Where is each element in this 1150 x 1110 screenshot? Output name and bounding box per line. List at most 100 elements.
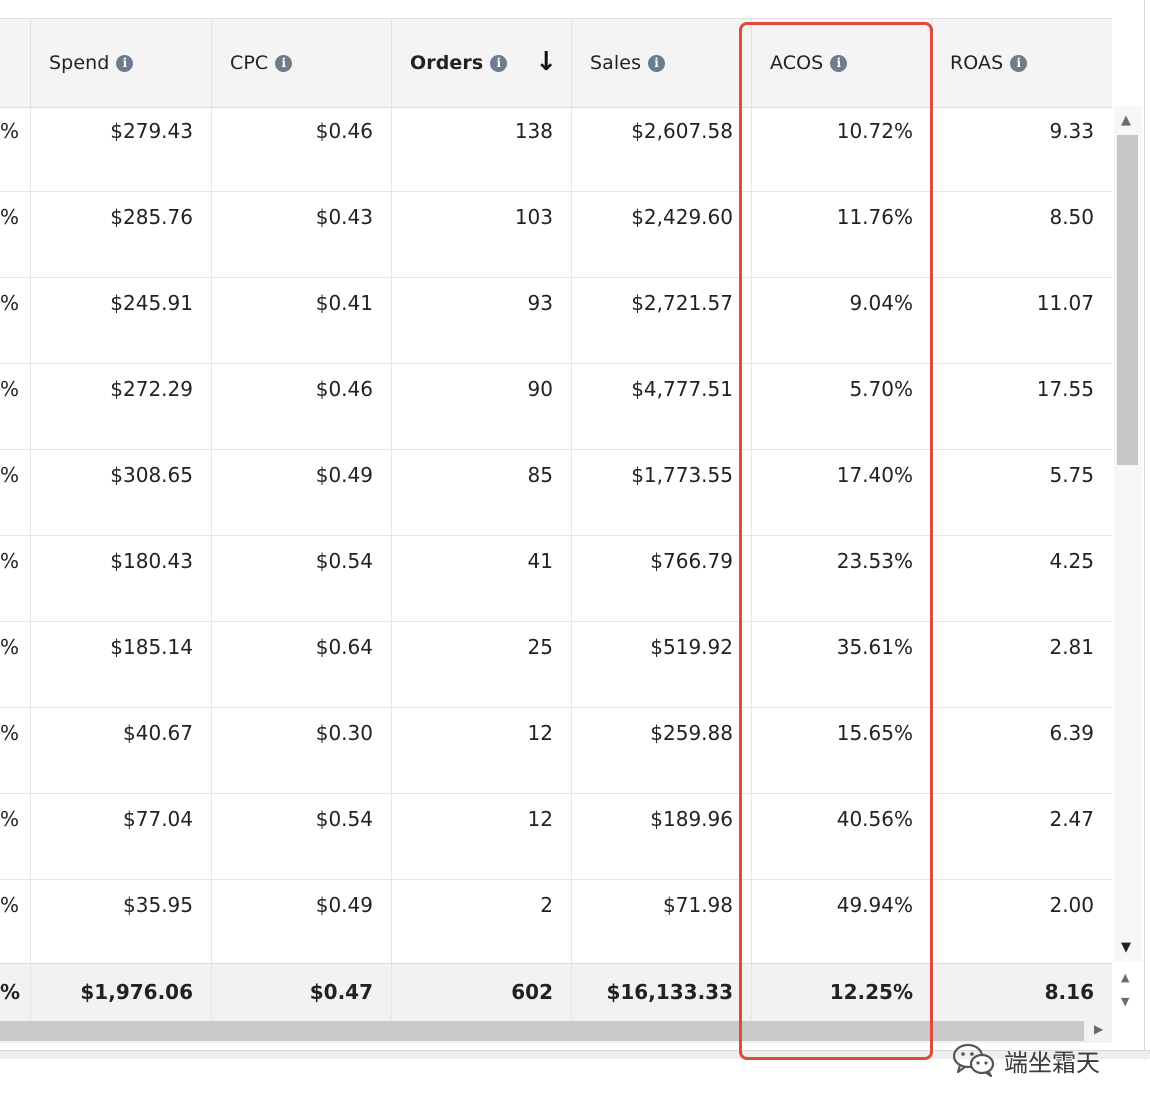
- info-icon[interactable]: i: [275, 54, 293, 72]
- info-icon[interactable]: i: [648, 54, 666, 72]
- scroll-right-arrow-icon[interactable]: ▶: [1094, 1022, 1103, 1036]
- cell-cpc: $0.46: [211, 363, 391, 449]
- cell-spend: $180.43: [30, 535, 211, 621]
- acos-highlight-box: [739, 22, 933, 1060]
- totals-scroll-up-icon[interactable]: ▲: [1121, 971, 1129, 984]
- watermark-text: 端坐霜天: [1004, 1048, 1100, 1077]
- header-label: Sales: [590, 52, 642, 74]
- cell-orders: 25: [391, 621, 571, 707]
- report-table: Spend i CPC i Orders i ↓ Sales i ACOS i …: [0, 0, 1145, 1060]
- cell-prev: %: [0, 893, 20, 917]
- total-roas: 8.16: [931, 964, 1112, 1022]
- cell-orders: 12: [391, 707, 571, 793]
- cell-sales: $1,773.55: [571, 449, 751, 535]
- total-sales: $16,133.33: [571, 964, 751, 1022]
- cell-sales: $519.92: [571, 621, 751, 707]
- cell-sales: $2,721.57: [571, 277, 751, 363]
- total-cpc: $0.47: [211, 964, 391, 1022]
- cell-cpc: $0.41: [211, 277, 391, 363]
- scroll-up-arrow-icon[interactable]: ▲: [1121, 113, 1131, 128]
- header-label: Orders: [410, 52, 484, 74]
- totals-scroll-down-icon[interactable]: ▼: [1121, 995, 1129, 1008]
- cell-spend: $279.43: [30, 105, 211, 191]
- cell-orders: 138: [391, 105, 571, 191]
- cell-prev: %: [0, 291, 20, 315]
- totals-row: % $1,976.06 $0.47 602 $16,133.33 12.25% …: [0, 963, 1112, 1022]
- table-row: % $77.04 $0.54 12 $189.96 40.56% 2.47: [0, 793, 1112, 880]
- cell-cpc: $0.64: [211, 621, 391, 707]
- table-header: Spend i CPC i Orders i ↓ Sales i ACOS i …: [0, 18, 1112, 108]
- cell-roas: 4.25: [931, 535, 1112, 621]
- info-icon[interactable]: i: [490, 54, 508, 72]
- cell-roas: 8.50: [931, 191, 1112, 277]
- cell-roas: 9.33: [931, 105, 1112, 191]
- table-row: % $272.29 $0.46 90 $4,777.51 5.70% 17.55: [0, 363, 1112, 450]
- table-row: % $180.43 $0.54 41 $766.79 23.53% 4.25: [0, 535, 1112, 622]
- table-row: % $279.43 $0.46 138 $2,607.58 10.72% 9.3…: [0, 105, 1112, 192]
- cell-roas: 2.47: [931, 793, 1112, 879]
- wechat-icon: [952, 1043, 995, 1078]
- cell-orders: 103: [391, 191, 571, 277]
- total-orders: 602: [391, 964, 571, 1022]
- header-sales[interactable]: Sales i: [571, 19, 751, 107]
- cell-roas: 11.07: [931, 277, 1112, 363]
- cell-prev: %: [0, 549, 20, 573]
- cell-prev: %: [0, 205, 20, 229]
- cell-prev: %: [0, 807, 20, 831]
- cell-cpc: $0.54: [211, 535, 391, 621]
- table-row: % $185.14 $0.64 25 $519.92 35.61% 2.81: [0, 621, 1112, 708]
- table-row: % $245.91 $0.41 93 $2,721.57 9.04% 11.07: [0, 277, 1112, 364]
- cell-orders: 85: [391, 449, 571, 535]
- watermark: 端坐霜天: [952, 1040, 1100, 1080]
- cell-spend: $40.67: [30, 707, 211, 793]
- cell-spend: $185.14: [30, 621, 211, 707]
- header-label: CPC: [230, 52, 269, 74]
- cell-prev: %: [0, 463, 20, 487]
- cell-sales: $4,777.51: [571, 363, 751, 449]
- vertical-scroll-thumb[interactable]: [1117, 135, 1138, 465]
- header-cpc[interactable]: CPC i: [211, 19, 391, 107]
- cell-orders: 12: [391, 793, 571, 879]
- header-label: ROAS: [950, 52, 1004, 74]
- cell-spend: $245.91: [30, 277, 211, 363]
- cell-prev: %: [0, 635, 20, 659]
- cell-sales: $259.88: [571, 707, 751, 793]
- cell-roas: 5.75: [931, 449, 1112, 535]
- cell-spend: $272.29: [30, 363, 211, 449]
- header-orders[interactable]: Orders i ↓: [391, 19, 571, 107]
- table-row: % $40.67 $0.30 12 $259.88 15.65% 6.39: [0, 707, 1112, 794]
- cell-roas: 17.55: [931, 363, 1112, 449]
- info-icon[interactable]: i: [116, 54, 134, 72]
- sort-descending-icon[interactable]: ↓: [535, 47, 557, 77]
- cell-cpc: $0.43: [211, 191, 391, 277]
- table-row: % $35.95 $0.49 2 $71.98 49.94% 2.00: [0, 879, 1112, 966]
- cell-spend: $35.95: [30, 879, 211, 965]
- cell-roas: 2.00: [931, 879, 1112, 965]
- cell-cpc: $0.49: [211, 449, 391, 535]
- cell-cpc: $0.54: [211, 793, 391, 879]
- header-spend[interactable]: Spend i: [30, 19, 211, 107]
- cell-orders: 2: [391, 879, 571, 965]
- total-prev: %: [0, 980, 21, 1004]
- cell-orders: 41: [391, 535, 571, 621]
- cell-sales: $766.79: [571, 535, 751, 621]
- cell-cpc: $0.30: [211, 707, 391, 793]
- header-roas[interactable]: ROAS i: [931, 19, 1112, 107]
- cell-orders: 93: [391, 277, 571, 363]
- cell-roas: 6.39: [931, 707, 1112, 793]
- cell-spend: $308.65: [30, 449, 211, 535]
- scroll-down-arrow-icon[interactable]: ▼: [1121, 940, 1131, 955]
- cell-sales: $2,607.58: [571, 105, 751, 191]
- cell-sales: $189.96: [571, 793, 751, 879]
- total-spend: $1,976.06: [30, 964, 211, 1022]
- table-row: % $285.76 $0.43 103 $2,429.60 11.76% 8.5…: [0, 191, 1112, 278]
- cell-prev: %: [0, 119, 20, 143]
- cell-sales: $2,429.60: [571, 191, 751, 277]
- cell-prev: %: [0, 377, 20, 401]
- header-label: Spend: [49, 52, 110, 74]
- table-row: % $308.65 $0.49 85 $1,773.55 17.40% 5.75: [0, 449, 1112, 536]
- cell-sales: $71.98: [571, 879, 751, 965]
- cell-spend: $285.76: [30, 191, 211, 277]
- cell-roas: 2.81: [931, 621, 1112, 707]
- info-icon[interactable]: i: [1010, 54, 1028, 72]
